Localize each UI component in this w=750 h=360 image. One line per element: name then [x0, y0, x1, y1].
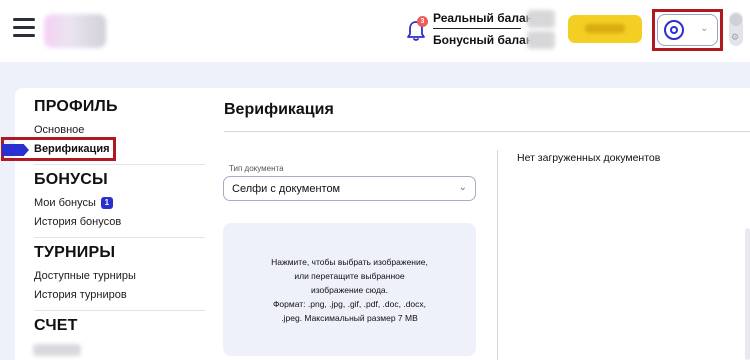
sidebar-item-label: Мои бонусы: [34, 197, 96, 209]
sidebar-item-available-tournaments[interactable]: Доступные турниры: [34, 270, 136, 282]
sidebar-item-my-bonuses[interactable]: Мои бонусы 1: [34, 197, 113, 209]
real-balance-label: Реальный баланс: [433, 11, 540, 25]
page-title: Верификация: [224, 101, 334, 118]
file-dropzone[interactable]: Нажмите, чтобы выбрать изображение, или …: [223, 223, 476, 356]
dropzone-line: Формат: .png, .jpg, .gif, .pdf, .doc, .d…: [272, 298, 427, 309]
section-title-tournaments: ТУРНИРЫ: [34, 244, 116, 261]
documents-empty-message: Нет загруженных документов: [517, 152, 661, 164]
active-indicator: [2, 144, 29, 156]
section-title-account: СЧЕТ: [34, 317, 78, 334]
sidebar-divider: [34, 310, 205, 311]
real-balance-value: [527, 10, 555, 28]
profile-dropdown[interactable]: ⌄: [657, 14, 718, 46]
sidebar-divider: [34, 237, 205, 238]
section-title-profile: ПРОФИЛЬ: [34, 98, 118, 115]
menu-icon[interactable]: [13, 18, 35, 38]
sidebar-item-account[interactable]: [33, 344, 81, 356]
toggle-knob: [730, 14, 742, 26]
profile-sidebar: ПРОФИЛЬ Основное Верификация БОНУСЫ Мои …: [1, 88, 205, 360]
sidebar-item-basic[interactable]: Основное: [34, 124, 84, 136]
bonus-balance-value: [527, 31, 555, 49]
scrollbar[interactable]: [745, 228, 750, 360]
document-type-value: Селфи с документом: [232, 183, 341, 195]
section-title-bonuses: БОНУСЫ: [34, 171, 108, 188]
content-card: ПРОФИЛЬ Основное Верификация БОНУСЫ Мои …: [1, 88, 750, 360]
logo[interactable]: [44, 14, 106, 48]
user-avatar-icon: [664, 20, 684, 40]
balance-divider: [433, 28, 521, 29]
dropzone-instructions: Нажмите, чтобы выбрать изображение, или …: [260, 255, 440, 325]
document-type-label: Тип документа: [229, 164, 284, 173]
dropzone-line: .jpeg. Максимальный размер 7 MB: [281, 312, 418, 323]
title-divider: [224, 131, 750, 132]
deposit-button[interactable]: [568, 15, 642, 43]
bonus-count-badge: 1: [100, 197, 113, 209]
sidebar-item-bonus-history[interactable]: История бонусов: [34, 216, 121, 228]
document-type-select[interactable]: Селфи с документом ⌄: [223, 176, 476, 201]
notification-badge: 3: [417, 16, 428, 27]
sidebar-divider: [34, 164, 205, 165]
chevron-down-icon: ⌄: [458, 182, 467, 193]
dropzone-line: или перетащите выбранное: [294, 270, 405, 281]
column-divider: [497, 150, 498, 360]
top-header: 3 Реальный баланс Бонусный баланс ⌄ ⚙: [0, 0, 750, 62]
gear-icon: ⚙: [731, 32, 740, 42]
sidebar-item-tournament-history[interactable]: История турниров: [34, 289, 127, 301]
settings-toggle[interactable]: ⚙: [729, 12, 743, 46]
notification-button[interactable]: 3: [404, 16, 428, 42]
bonus-balance-label: Бонусный баланс: [433, 33, 540, 47]
dropzone-line: Нажмите, чтобы выбрать изображение,: [271, 256, 428, 267]
dropzone-line: изображение сюда.: [310, 284, 389, 295]
sidebar-item-verification[interactable]: Верификация: [34, 143, 110, 155]
chevron-down-icon: ⌄: [700, 23, 709, 34]
